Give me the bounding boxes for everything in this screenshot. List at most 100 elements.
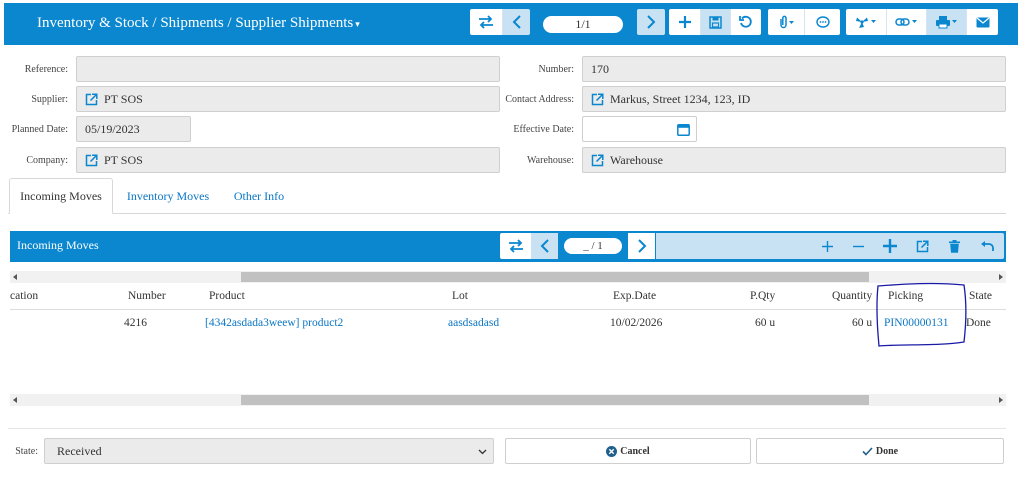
grid-previous-button[interactable]: [531, 233, 558, 259]
comment-button[interactable]: [804, 9, 840, 35]
calendar-icon[interactable]: [677, 123, 690, 136]
page-title[interactable]: Inventory & Stock / Shipments / Supplier…: [37, 15, 360, 32]
warehouse-field[interactable]: Warehouse: [582, 147, 1006, 173]
cell-lot-link[interactable]: aasdsadasd: [448, 317, 499, 329]
undo-icon: [739, 15, 752, 28]
check-icon: [862, 446, 873, 456]
external-link-icon[interactable]: [591, 92, 604, 106]
reference-field[interactable]: [76, 56, 500, 82]
supplier-label: Supplier:: [31, 94, 68, 105]
reference-label: Reference:: [24, 64, 68, 75]
done-button[interactable]: Done: [756, 438, 1004, 464]
chevron-left-icon: [512, 15, 521, 29]
external-link-icon[interactable]: [85, 153, 98, 167]
contact-address-label: Contact Address:: [505, 94, 574, 105]
planned-date-label: Planned Date:: [11, 124, 68, 135]
actions-group: [846, 9, 998, 35]
previous-record-button[interactable]: [502, 9, 530, 35]
actions-button[interactable]: [846, 9, 886, 35]
header-divider: [10, 309, 1006, 310]
title-caret-icon: ▾: [355, 19, 360, 29]
number-field[interactable]: 170: [582, 56, 1006, 82]
grid-next-button[interactable]: [628, 233, 655, 259]
grid-swap-button[interactable]: [500, 233, 531, 259]
contact-address-field[interactable]: Markus, Street 1234, 123, ID: [582, 86, 1006, 112]
print-button[interactable]: [926, 9, 966, 35]
chevron-right-icon: [637, 239, 646, 253]
column-header-lot[interactable]: Lot: [452, 290, 468, 302]
save-icon: [709, 15, 722, 29]
column-header-location[interactable]: cation: [10, 290, 38, 302]
mail-icon: [976, 17, 989, 27]
scrollbar-thumb[interactable]: [241, 395, 869, 405]
relations-button[interactable]: [886, 9, 926, 35]
grid-scrollbar-bottom[interactable]: [10, 394, 1006, 406]
minus-icon: [853, 245, 864, 247]
column-header-product[interactable]: Product: [209, 290, 245, 302]
column-header-p-qty[interactable]: P.Qty: [750, 290, 775, 302]
grid-delete-button[interactable]: [938, 233, 970, 259]
grid-undo-button[interactable]: [970, 233, 1004, 259]
state-select[interactable]: Received: [44, 438, 494, 464]
swap-button[interactable]: [470, 9, 502, 35]
comment-icon: [815, 15, 830, 28]
record-pager: 1/1: [543, 16, 623, 33]
record-nav-group: [470, 9, 530, 35]
new-record-button[interactable]: [669, 9, 700, 35]
chevron-down-icon: [478, 449, 487, 455]
plus-icon: [678, 16, 691, 28]
warehouse-label: Warehouse:: [527, 155, 574, 166]
cell-exp-date: 10/02/2026: [610, 317, 663, 329]
grid-toolbar-spacer: [656, 233, 812, 259]
cell-product-link[interactable]: [4342asdada3weew] product2: [205, 317, 343, 329]
print-icon: [935, 16, 957, 29]
grid-add-button[interactable]: [874, 233, 906, 259]
email-button[interactable]: [966, 9, 998, 35]
save-button[interactable]: [700, 9, 730, 35]
attachment-button[interactable]: [768, 9, 804, 35]
scroll-right-icon[interactable]: [999, 397, 1003, 403]
chevron-left-icon: [540, 239, 549, 253]
supplier-field[interactable]: PT SOS: [76, 86, 500, 112]
planned-date-field[interactable]: 05/19/2023: [76, 116, 191, 142]
column-header-exp-date[interactable]: Exp.Date: [613, 290, 656, 302]
external-link-icon[interactable]: [591, 153, 604, 167]
swap-icon: [508, 239, 523, 253]
company-field[interactable]: PT SOS: [76, 147, 500, 173]
external-link-icon[interactable]: [85, 92, 98, 106]
cell-p-qty: 60 u: [755, 317, 776, 329]
grid-expand-button[interactable]: [812, 233, 843, 259]
grid-edit-button[interactable]: [906, 233, 938, 259]
cell-number: 4216: [124, 317, 147, 329]
scroll-left-icon[interactable]: [13, 274, 17, 280]
plus-icon: [883, 239, 897, 253]
grid-collapse-button[interactable]: [843, 233, 874, 259]
cancel-button[interactable]: Cancel: [505, 438, 751, 464]
trash-icon: [948, 239, 960, 253]
number-label: Number:: [538, 64, 574, 75]
column-header-quantity[interactable]: Quantity: [832, 290, 872, 302]
undo-icon: [981, 241, 994, 251]
tab-other-info[interactable]: Other Info: [226, 178, 292, 214]
effective-date-label: Effective Date:: [513, 124, 574, 135]
edit-icon: [916, 239, 929, 252]
grid-pager: _ / 1: [564, 238, 622, 254]
paperclip-icon: [780, 15, 794, 29]
grid-scrollbar-top[interactable]: [10, 271, 1006, 283]
swap-icon: [479, 15, 493, 29]
cell-quantity: 60 u: [852, 317, 873, 329]
scroll-left-icon[interactable]: [13, 397, 17, 403]
scroll-right-icon[interactable]: [999, 274, 1003, 280]
next-record-button[interactable]: [637, 9, 665, 35]
grid-title: Incoming Moves: [17, 238, 99, 252]
column-header-number[interactable]: Number: [128, 290, 166, 302]
tab-inventory-moves[interactable]: Inventory Moves: [120, 178, 216, 214]
state-label: State:: [15, 446, 38, 457]
fan-icon: [856, 17, 876, 28]
reload-button[interactable]: [730, 9, 761, 35]
scrollbar-thumb[interactable]: [241, 272, 869, 282]
edit-group: [669, 9, 761, 35]
tab-incoming-moves[interactable]: Incoming Moves: [9, 178, 113, 214]
footer-divider: [8, 428, 1006, 429]
effective-date-field[interactable]: [582, 116, 697, 142]
